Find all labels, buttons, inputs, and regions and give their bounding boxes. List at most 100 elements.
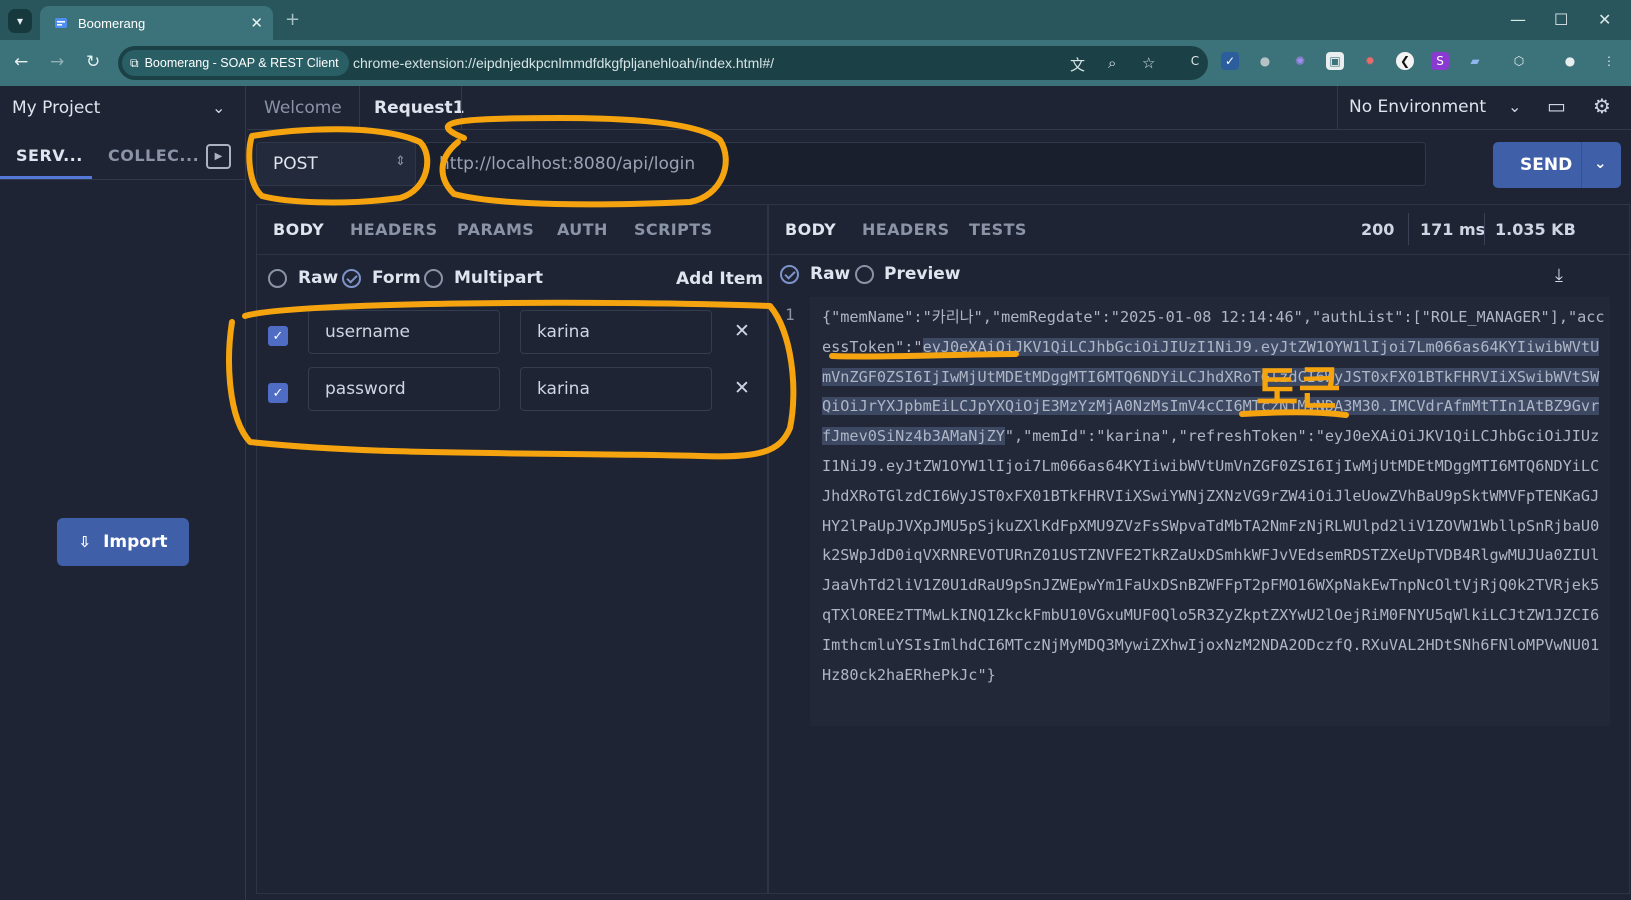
tab-auth[interactable]: AUTH [557, 220, 608, 239]
tab-response-headers[interactable]: HEADERS [862, 220, 950, 239]
import-button[interactable]: ⇩ Import [57, 518, 189, 566]
main-area: Welcome Request1 No Environment ⌄ ▭ ⚙ PO… [247, 86, 1631, 900]
close-tab-icon[interactable]: ✕ [250, 14, 263, 32]
preview-label[interactable]: Preview [884, 264, 961, 284]
browser-toolbar: ← → ↻ ⧉ Boomerang - SOAP & REST Client c… [0, 40, 1631, 86]
extensions-menu-icon[interactable]: ⬡ [1510, 52, 1528, 70]
line-number: 1 [785, 305, 795, 324]
tab-headers[interactable]: HEADERS [350, 220, 438, 239]
address-url: chrome-extension://eipdnjedkpcnlmmdfdkgf… [353, 55, 775, 71]
back-icon[interactable]: ← [14, 52, 28, 72]
tab-tests[interactable]: TESTS [969, 220, 1027, 239]
boomerang-app: My Project ⌄ SERV... COLLEC... ▶ ⇩ Impor… [0, 86, 1631, 900]
site-chip-label: Boomerang - SOAP & REST Client [144, 56, 339, 70]
forward-icon[interactable]: → [50, 52, 64, 72]
tab-scripts[interactable]: SCRIPTS [634, 220, 713, 239]
tab-response-body[interactable]: BODY [785, 220, 836, 239]
chevron-down-icon[interactable]: ⌄ [212, 98, 225, 117]
extension-c-icon[interactable]: C [1186, 52, 1204, 70]
response-json-rest: ","memId":"karina","refreshToken":"eyJ0e… [822, 427, 1600, 684]
browser-tab-strip: ▾ Boomerang ✕ + — ☐ ✕ [0, 0, 1631, 40]
reload-icon[interactable]: ↻ [86, 52, 100, 72]
raw-label[interactable]: Raw [298, 268, 338, 288]
row-checkbox[interactable]: ✓ [268, 326, 288, 346]
send-options-chevron-icon[interactable]: ⌄ [1594, 154, 1607, 172]
raw-radio[interactable] [268, 269, 287, 288]
sidebar: My Project ⌄ SERV... COLLEC... ▶ ⇩ Impor… [0, 86, 246, 900]
address-bar[interactable]: ⧉ Boomerang - SOAP & REST Client chrome-… [118, 46, 1208, 80]
boomerang-favicon-icon [55, 18, 67, 28]
request-tabs: Welcome Request1 No Environment ⌄ ▭ ⚙ [247, 86, 1631, 130]
maximize-icon[interactable]: ☐ [1554, 10, 1568, 29]
raw-view-label[interactable]: Raw [810, 264, 850, 284]
select-arrows-icon: ⇕ [395, 154, 406, 169]
tab-divider [461, 86, 462, 130]
status-divider [1484, 213, 1485, 245]
browser-tab[interactable]: Boomerang ✕ [40, 6, 273, 40]
comment-icon[interactable]: ▭ [1547, 94, 1566, 118]
tab-search-button[interactable]: ▾ [8, 9, 32, 33]
request-url-input[interactable]: http://localhost:8080/api/login [424, 142, 1426, 186]
chrome-menu-icon[interactable]: ⋮ [1600, 52, 1618, 70]
extension-check-icon[interactable]: ✓ [1221, 52, 1239, 70]
method-value: POST [273, 154, 318, 174]
tab-body[interactable]: BODY [273, 220, 324, 239]
send-divider [1581, 142, 1582, 188]
response-body-text[interactable]: {"memName":"카리나","memRegdate":"2025-01-0… [822, 303, 1606, 690]
row-checkbox[interactable]: ✓ [268, 383, 288, 403]
response-pane: BODY HEADERS TESTS 200 171 ms 1.035 KB R… [768, 204, 1630, 894]
remove-row-icon[interactable]: ✕ [734, 320, 750, 342]
form-label[interactable]: Form [372, 268, 421, 288]
preview-radio[interactable] [855, 265, 874, 284]
multipart-label[interactable]: Multipart [454, 268, 543, 288]
download-icon[interactable]: ⤓ [1555, 265, 1563, 286]
tab-request1[interactable]: Request1 [374, 98, 465, 118]
form-key-input[interactable]: username [308, 310, 500, 354]
remove-row-icon[interactable]: ✕ [734, 377, 750, 399]
tab-welcome[interactable]: Welcome [264, 98, 342, 118]
environment-selector[interactable]: No Environment [1349, 97, 1486, 117]
extension-square-icon[interactable]: ▣ [1326, 52, 1344, 70]
chevron-down-icon[interactable]: ⌄ [1508, 97, 1521, 116]
form-value-input[interactable]: karina [520, 310, 712, 354]
extension-puzzle-icon: ⧉ [130, 55, 139, 70]
send-button[interactable]: SEND ⌄ [1493, 142, 1621, 188]
project-selector[interactable]: My Project [12, 98, 100, 118]
method-select[interactable]: POST ⇕ [256, 142, 416, 186]
extension-pin-icon[interactable]: ● [1256, 52, 1274, 70]
tab-collections[interactable]: COLLEC... [108, 146, 199, 165]
profile-icon[interactable]: ● [1561, 52, 1579, 70]
send-label: SEND [1520, 155, 1573, 175]
import-icon: ⇩ [78, 533, 92, 551]
form-radio[interactable] [342, 269, 361, 288]
add-item-button[interactable]: Add Item [676, 269, 763, 289]
tab-divider [359, 86, 360, 130]
translate-icon[interactable]: 文 [1070, 54, 1085, 75]
extension-gear-icon[interactable]: ✺ [1291, 52, 1309, 70]
gear-icon[interactable]: ⚙ [1593, 94, 1611, 118]
minimize-icon[interactable]: — [1510, 10, 1526, 29]
tab-title: Boomerang [78, 15, 146, 31]
request-sub-tabs: BODY HEADERS PARAMS AUTH SCRIPTS [257, 205, 767, 255]
tab-params[interactable]: PARAMS [457, 220, 534, 239]
zoom-icon[interactable]: ⌕ [1108, 54, 1116, 72]
multipart-radio[interactable] [424, 269, 443, 288]
response-size: 1.035 KB [1495, 220, 1576, 239]
response-time: 171 ms [1420, 220, 1486, 239]
active-tab-indicator [0, 176, 92, 179]
bookmark-star-icon[interactable]: ☆ [1142, 54, 1155, 72]
extension-red-icon[interactable]: ✹ [1361, 52, 1379, 70]
extension-arrow-icon[interactable]: ❮ [1396, 52, 1414, 70]
close-window-icon[interactable]: ✕ [1598, 10, 1611, 29]
form-value-input[interactable]: karina [520, 367, 712, 411]
new-tab-icon[interactable]: + [285, 9, 300, 30]
form-key-input[interactable]: password [308, 367, 500, 411]
run-play-icon[interactable]: ▶ [206, 144, 231, 169]
tab-services[interactable]: SERV... [16, 146, 83, 165]
request-pane: BODY HEADERS PARAMS AUTH SCRIPTS Raw For… [256, 204, 768, 894]
extension-card-icon[interactable]: ▰ [1466, 52, 1484, 70]
raw-view-radio[interactable] [780, 265, 799, 284]
site-info-chip[interactable]: ⧉ Boomerang - SOAP & REST Client [122, 50, 349, 76]
extension-s-icon[interactable]: S [1431, 52, 1449, 70]
import-label: Import [103, 532, 168, 552]
